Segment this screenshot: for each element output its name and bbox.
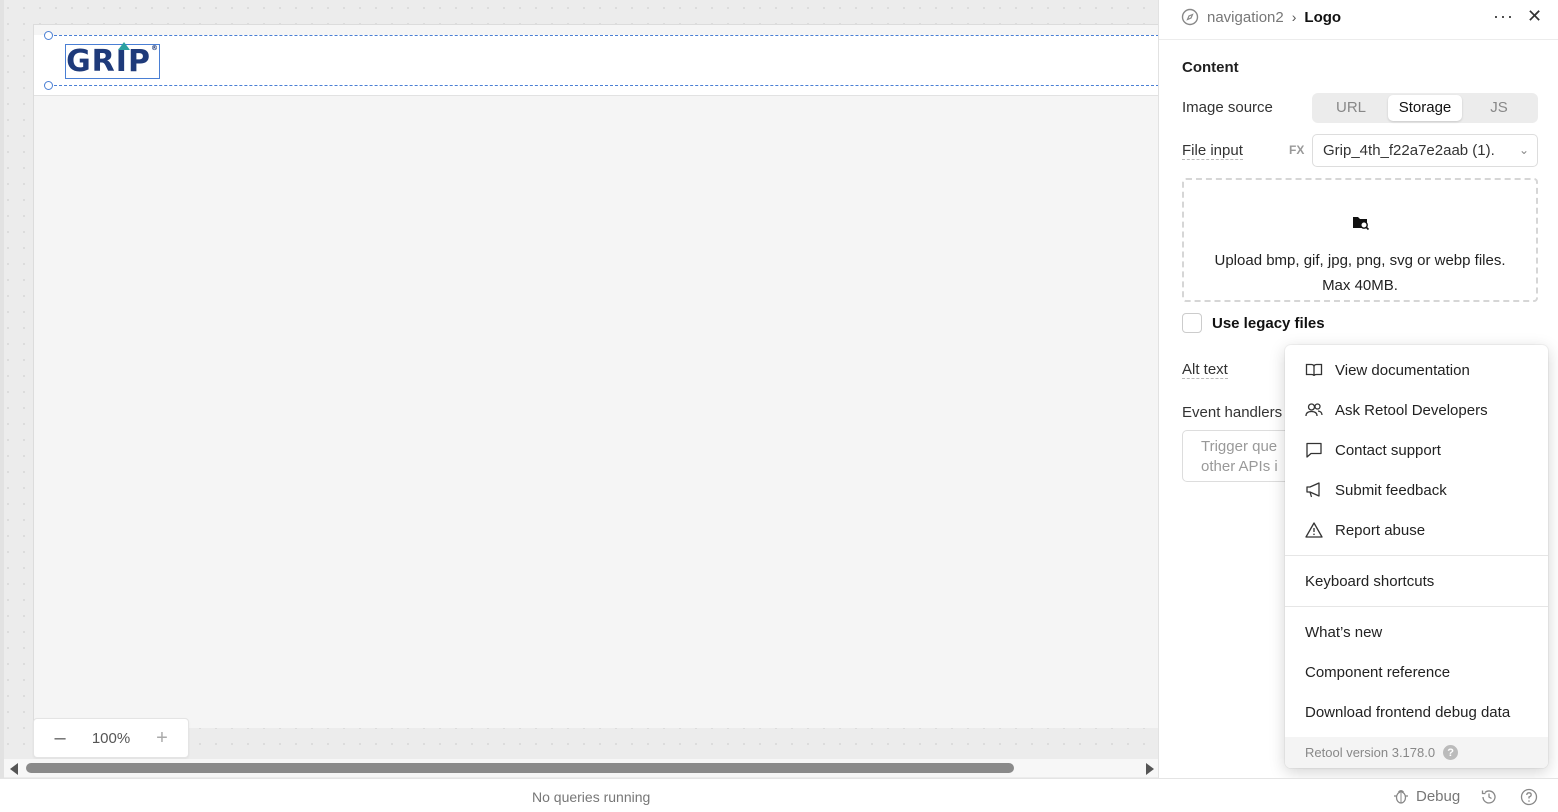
zoom-level[interactable]: 100% xyxy=(92,730,130,747)
users-icon xyxy=(1305,403,1323,417)
logo-image[interactable]: GRIP® xyxy=(65,42,160,79)
image-source-js-option[interactable]: JS xyxy=(1462,95,1536,121)
resize-handle-top[interactable] xyxy=(44,31,53,40)
dropzone-line-1: Upload bmp, gif, jpg, png, svg or webp f… xyxy=(1214,252,1506,269)
scroll-right-icon[interactable] xyxy=(1146,763,1154,775)
chevron-down-icon: ⌄ xyxy=(1518,143,1529,157)
image-source-label: Image source xyxy=(1182,99,1273,116)
logo-graphic: GRIP® xyxy=(66,42,159,79)
zoom-in-button[interactable]: + xyxy=(154,727,170,750)
zoom-out-button[interactable]: – xyxy=(52,727,68,750)
breadcrumb: navigation2 › Logo xyxy=(1181,8,1341,26)
menu-item-label: Submit feedback xyxy=(1335,481,1447,499)
zoom-control: – 100% + xyxy=(33,718,189,758)
app-frame[interactable]: GRIP® xyxy=(33,24,1159,728)
menu-item-submit-feedback[interactable]: Submit feedback xyxy=(1285,470,1548,510)
menu-item-report-abuse[interactable]: Report abuse xyxy=(1285,510,1548,550)
menu-item-component-reference[interactable]: Component reference xyxy=(1285,652,1548,692)
breadcrumb-current: Logo xyxy=(1304,8,1342,26)
horizontal-scrollbar[interactable] xyxy=(4,759,1158,777)
menu-item-label: What’s new xyxy=(1305,623,1383,641)
menu-divider xyxy=(1285,606,1548,607)
upload-dropzone[interactable]: Upload bmp, gif, jpg, png, svg or webp f… xyxy=(1182,178,1538,302)
menu-item-label: Component reference xyxy=(1305,663,1451,681)
help-icon[interactable]: ? xyxy=(1443,745,1459,760)
debug-label: Debug xyxy=(1416,787,1461,805)
status-bar: No queries running Debug xyxy=(0,778,1558,812)
menu-item-label: Contact support xyxy=(1335,441,1441,459)
content-section-title[interactable]: Content xyxy=(1182,59,1239,76)
panel-header: navigation2 › Logo ··· ✕ xyxy=(1159,0,1558,40)
legacy-files-label[interactable]: Use legacy files xyxy=(1212,315,1325,332)
navigation-bar[interactable]: GRIP® xyxy=(34,31,1159,96)
breadcrumb-parent[interactable]: navigation2 xyxy=(1207,9,1284,26)
history-icon[interactable] xyxy=(1480,788,1498,806)
canvas[interactable]: GRIP® – 100% + xyxy=(0,0,1159,778)
menu-item-contact-support[interactable]: Contact support xyxy=(1285,430,1548,470)
event-handlers-label: Event handlers xyxy=(1182,404,1283,421)
alt-text-label: Alt text xyxy=(1182,361,1228,379)
megaphone-icon xyxy=(1306,482,1320,498)
help-circle-icon[interactable] xyxy=(1520,788,1538,806)
file-input-label: File input xyxy=(1182,142,1243,160)
menu-item-label: Ask Retool Developers xyxy=(1335,401,1488,419)
help-menu: View documentation Ask Retool Developers… xyxy=(1285,345,1548,768)
menu-item-label: Keyboard shortcuts xyxy=(1305,572,1435,590)
compass-icon xyxy=(1181,8,1199,26)
menu-item-whats-new[interactable]: What’s new xyxy=(1285,612,1548,652)
breadcrumb-separator: › xyxy=(1291,9,1297,25)
menu-item-keyboard-shortcuts[interactable]: Keyboard shortcuts xyxy=(1285,561,1548,601)
menu-version-footer: Retool version 3.178.0 ? xyxy=(1285,737,1548,768)
navigation-selection-outline: GRIP® xyxy=(44,31,1159,90)
image-source-storage-option[interactable]: Storage xyxy=(1388,95,1462,121)
canvas-left-strip xyxy=(0,0,4,778)
file-input-select[interactable]: Grip_4th_f22a7e2aab (1). ⌄ xyxy=(1312,134,1538,167)
resize-handle-bottom[interactable] xyxy=(44,81,53,90)
folder-search-icon xyxy=(1353,217,1370,231)
menu-divider xyxy=(1285,555,1548,556)
legacy-files-checkbox[interactable] xyxy=(1182,313,1202,333)
menu-item-download-debug-data[interactable]: Download frontend debug data xyxy=(1285,692,1548,732)
bug-icon xyxy=(1394,790,1408,804)
legacy-files-row: Use legacy files xyxy=(1182,313,1325,333)
message-icon xyxy=(1306,442,1322,458)
scroll-left-icon[interactable] xyxy=(10,763,18,775)
scrollbar-thumb[interactable] xyxy=(26,763,1014,773)
queries-status: No queries running xyxy=(532,789,651,805)
retool-version-text: Retool version 3.178.0 xyxy=(1305,745,1436,760)
image-source-toggle: URL Storage JS xyxy=(1312,93,1538,123)
menu-item-view-documentation[interactable]: View documentation xyxy=(1285,350,1548,390)
book-icon xyxy=(1305,363,1323,377)
dropzone-line-2: Max 40MB. xyxy=(1322,277,1398,294)
menu-item-label: Download frontend debug data xyxy=(1305,703,1511,721)
more-options-button[interactable]: ··· xyxy=(1493,6,1514,27)
file-input-value: Grip_4th_f22a7e2aab (1). xyxy=(1323,142,1495,159)
close-panel-button[interactable]: ✕ xyxy=(1527,6,1542,27)
menu-item-ask-retool-developers[interactable]: Ask Retool Developers xyxy=(1285,390,1548,430)
dropzone-text: Upload bmp, gif, jpg, png, svg or webp f… xyxy=(1184,248,1536,298)
warning-icon xyxy=(1305,522,1323,538)
image-source-url-option[interactable]: URL xyxy=(1314,95,1388,121)
fx-toggle[interactable]: FX xyxy=(1289,143,1304,157)
logo-arrow-icon xyxy=(118,42,131,50)
menu-item-label: View documentation xyxy=(1335,361,1470,379)
debug-button[interactable]: Debug xyxy=(1392,787,1460,805)
menu-item-label: Report abuse xyxy=(1335,521,1426,539)
